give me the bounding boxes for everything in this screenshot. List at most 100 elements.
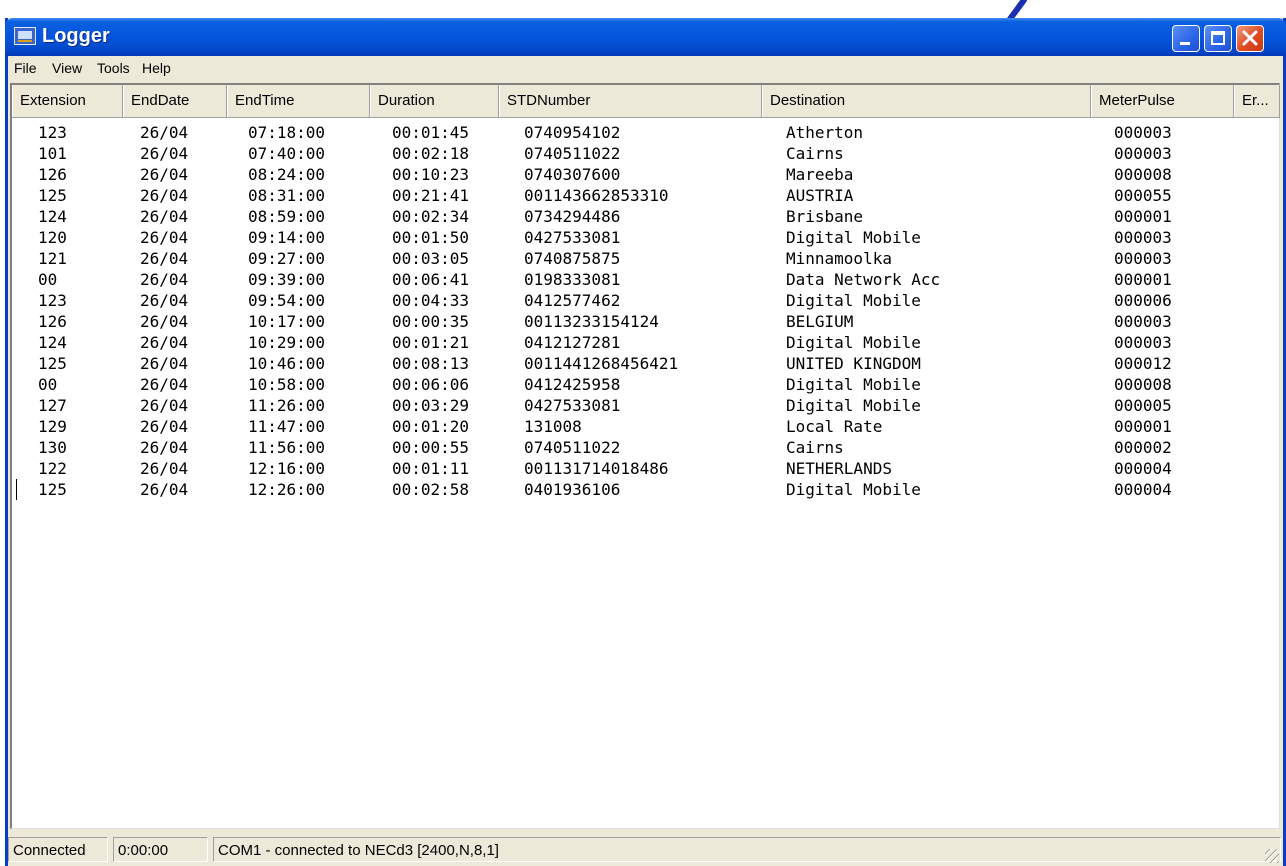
column-header-stdnumber[interactable]: STDNumber [499,85,762,117]
cell-endtime: 10:46:00 [248,354,326,373]
cell-stdnumber: 131008 [524,417,582,436]
logger-app-icon[interactable] [14,27,36,45]
cell-endtime: 11:26:00 [248,396,326,415]
minimize-button[interactable] [1172,25,1200,52]
table-row[interactable]: 130 26/04 11:56:00 00:00:55 0740511022 Cairns… [12,437,1280,458]
column-header-destination[interactable]: Destination [762,85,1091,117]
cell-enddate: 26/04 [140,438,189,457]
column-header-meterpulse[interactable]: MeterPulse [1091,85,1234,117]
cell-enddate: 26/04 [140,249,189,268]
table-row[interactable]: 00 26/04 09:39:00 00:06:41 0198333081 Data Ne… [12,269,1280,290]
cell-enddate: 26/04 [140,480,189,499]
cell-meterpulse: 000003 [1114,228,1172,247]
cell-stdnumber: 0734294486 [524,207,621,226]
cell-stdnumber: 001143662853310 [524,186,669,205]
title-bar[interactable]: Logger [5,18,1286,56]
cell-meterpulse: 000012 [1114,354,1172,373]
cell-extension: 127 [38,396,67,415]
cell-duration: 00:01:20 [392,417,470,436]
column-header-endtime[interactable]: EndTime [227,85,370,117]
decorative-stroke [1007,0,1027,20]
window-title: Logger [42,25,110,47]
table-row[interactable]: 129 26/04 11:47:00 00:01:20 131008 Local Rate… [12,416,1280,437]
cell-destination: UNITED KINGDOM [786,354,921,373]
cell-endtime: 10:17:00 [248,312,326,331]
cell-endtime: 08:24:00 [248,165,326,184]
call-log-list[interactable]: Extension EndDate EndTime Duration STDNu… [10,83,1280,829]
cell-enddate: 26/04 [140,375,189,394]
cell-meterpulse: 000003 [1114,312,1172,331]
cell-duration: 00:01:45 [392,123,470,142]
cell-stdnumber: 0740511022 [524,144,621,163]
column-header-extension[interactable]: Extension [12,85,123,117]
cell-enddate: 26/04 [140,291,189,310]
table-row[interactable]: 126 26/04 10:17:00 00:00:35 00113233154124 BE… [12,311,1280,332]
column-header-er[interactable]: Er... [1234,85,1280,117]
cell-meterpulse: 000008 [1114,375,1172,394]
cell-endtime: 07:40:00 [248,144,326,163]
menu-file[interactable]: File [14,60,37,76]
table-row[interactable]: 122 26/04 12:16:00 00:01:11 001131714018486 N… [12,458,1280,479]
cell-meterpulse: 000003 [1114,144,1172,163]
table-row[interactable]: 124 26/04 10:29:00 00:01:21 0412127281 Digita… [12,332,1280,353]
cell-stdnumber: 0740307600 [524,165,621,184]
cell-meterpulse: 000006 [1114,291,1172,310]
table-row[interactable]: 123 26/04 09:54:00 00:04:33 0412577462 Digita… [12,290,1280,311]
cell-endtime: 11:47:00 [248,417,326,436]
table-row[interactable]: 123 26/04 07:18:00 00:01:45 0740954102 Athert… [12,122,1280,143]
cell-destination: Digital Mobile [786,375,921,394]
resize-grip-icon[interactable] [1265,849,1279,863]
cell-meterpulse: 000005 [1114,396,1172,415]
cell-duration: 00:01:11 [392,459,470,478]
cell-endtime: 12:16:00 [248,459,326,478]
cell-destination: Local Rate [786,417,883,436]
cell-duration: 00:01:21 [392,333,470,352]
cell-stdnumber: 0740875875 [524,249,621,268]
table-row[interactable]: 00 26/04 10:58:00 00:06:06 0412425958 Digital… [12,374,1280,395]
cell-destination: Digital Mobile [786,396,921,415]
cell-endtime: 10:58:00 [248,375,326,394]
cell-extension: 129 [38,417,67,436]
menu-view[interactable]: View [52,60,82,76]
cell-duration: 00:04:33 [392,291,470,310]
table-row[interactable]: 124 26/04 08:59:00 00:02:34 0734294486 Brisba… [12,206,1280,227]
cell-meterpulse: 000008 [1114,165,1172,184]
cell-meterpulse: 000004 [1114,459,1172,478]
cell-stdnumber: 0412127281 [524,333,621,352]
logger-window: Logger File View Tools Help Extension En… [5,18,1286,866]
table-row[interactable]: 125 26/04 08:31:00 00:21:41 001143662853310 A… [12,185,1280,206]
cell-meterpulse: 000003 [1114,249,1172,268]
table-row[interactable]: 125 26/04 10:46:00 00:08:13 0011441268456421… [12,353,1280,374]
close-button[interactable] [1236,25,1264,52]
cell-enddate: 26/04 [140,270,189,289]
status-connection: Connected [8,837,108,862]
cell-endtime: 11:56:00 [248,438,326,457]
cell-endtime: 08:31:00 [248,186,326,205]
column-header-duration[interactable]: Duration [370,85,499,117]
cell-duration: 00:06:06 [392,375,470,394]
cell-destination: AUSTRIA [786,186,854,205]
table-row[interactable]: 121 26/04 09:27:00 00:03:05 0740875875 Minnam… [12,248,1280,269]
table-row[interactable]: 127 26/04 11:26:00 00:03:29 0427533081 Digita… [12,395,1280,416]
cell-meterpulse: 000003 [1114,123,1172,142]
cell-destination: Minnamoolka [786,249,892,268]
column-header-enddate[interactable]: EndDate [123,85,227,117]
cell-duration: 00:01:50 [392,228,470,247]
cell-enddate: 26/04 [140,165,189,184]
cell-meterpulse: 000001 [1114,207,1172,226]
menu-tools[interactable]: Tools [97,60,130,76]
minimize-icon [1180,42,1190,45]
table-row[interactable]: 125 26/04 12:26:00 00:02:58 0401936106 Digita… [12,479,1280,500]
menu-help[interactable]: Help [142,60,171,76]
cell-meterpulse: 000001 [1114,270,1172,289]
table-row[interactable]: 101 26/04 07:40:00 00:02:18 0740511022 Cairns… [12,143,1280,164]
table-row[interactable]: 126 26/04 08:24:00 00:10:23 0740307600 Mareeb… [12,164,1280,185]
cell-destination: Cairns [786,144,844,163]
maximize-button[interactable] [1204,25,1232,52]
cell-extension: 124 [38,333,67,352]
cell-destination: BELGIUM [786,312,854,331]
cell-duration: 00:02:58 [392,480,470,499]
cell-enddate: 26/04 [140,186,189,205]
cell-duration: 00:02:18 [392,144,470,163]
table-row[interactable]: 120 26/04 09:14:00 00:01:50 0427533081 Digita… [12,227,1280,248]
